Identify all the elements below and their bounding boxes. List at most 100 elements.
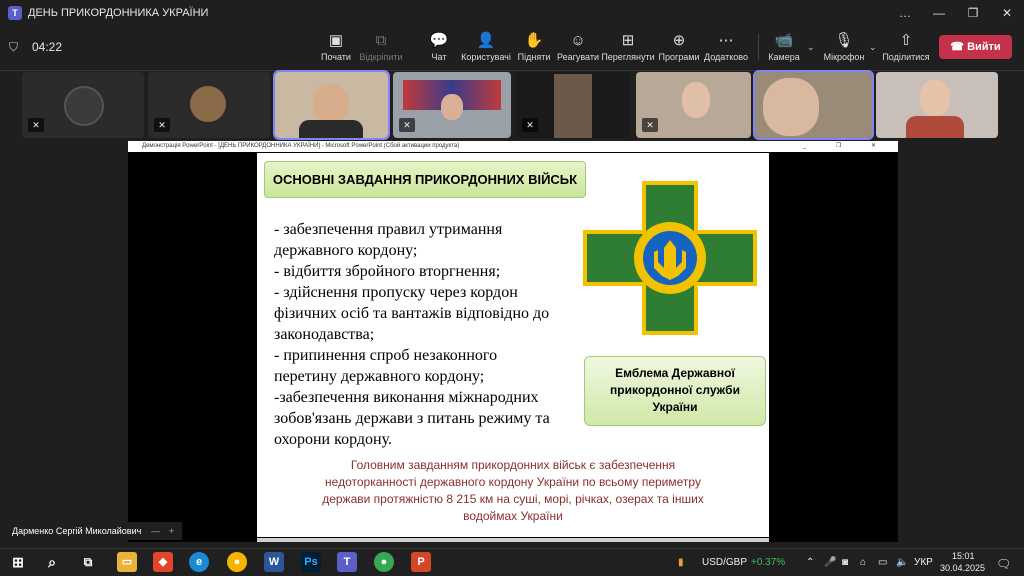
task-line: - здійснення пропуску через кордон [274,284,518,301]
camera-icon: 📹 [774,32,794,49]
participant-video [682,82,710,118]
add-icon[interactable]: + [169,522,174,540]
participant-tile[interactable]: ✕ [636,72,751,138]
mic-off-icon: ✕ [154,118,170,132]
word-icon[interactable]: W [264,552,284,572]
avatar [190,86,226,122]
chrome-icon[interactable]: ● [227,552,247,572]
stocks-icon[interactable]: ▮ [678,557,684,568]
emblem-caption: Емблема Державної прикордонної служби Ук… [584,356,766,426]
mic-off-icon: 🎙 [834,32,854,49]
participant-video [920,80,950,116]
mic-off-icon: ✕ [399,118,415,132]
notification-icon[interactable]: 🗨 [996,557,1011,571]
task-line: зобов'язань держави з питань режиму та [274,410,550,427]
minimize-icon[interactable]: — [151,522,160,540]
participant-video [441,94,463,120]
participant-video [906,116,964,138]
phone-icon: ☎ [950,41,968,53]
search-icon[interactable]: ⌕ [42,552,62,572]
summary-line: Головним завданням прикордонних військ є… [350,458,676,472]
mic-off-icon: ✕ [28,118,44,132]
task-line: перетину державного кордону; [274,368,485,385]
border-guard-emblem [583,181,757,335]
participant-video [313,84,349,124]
more-button[interactable]: ⋯ Додатково [697,32,755,62]
share-icon: ⇧ [899,32,913,49]
language-indicator[interactable]: УКР [914,557,933,568]
close-button[interactable]: ✕ [990,0,1024,26]
participant-tile[interactable] [876,72,998,138]
ticker-change: +0.37% [751,557,786,568]
participant-tile[interactable]: ✕ [22,72,144,138]
task-line: - припинення спроб незаконного [274,347,498,364]
clock-time[interactable]: 15:01 [952,551,975,561]
presenter-name: Дарменко Сергій Миколайович — + [6,522,182,540]
minimize-button[interactable]: — [922,0,956,26]
edge-icon[interactable]: e [189,552,209,572]
participant-tile[interactable] [273,70,390,140]
powerpoint-icon[interactable]: P [411,552,431,572]
unpin-button[interactable]: ⧉ Відкріпити [352,32,410,62]
shield-icon: ⛉ [9,40,19,54]
slide: ОСНОВНІ ЗАВДАННЯ ПРИКОРДОННИХ ВІЙСЬК - з… [257,153,769,537]
chevron-up-icon[interactable]: ⌃ [806,557,814,568]
ellipsis-icon: ⋯ [718,32,734,49]
participant-tile[interactable] [753,70,874,140]
photoshop-icon[interactable]: Ps [301,552,321,572]
grid-icon: ⊞ [621,32,635,49]
participant-tile[interactable]: ✕ [516,72,630,138]
participant-tile[interactable]: ✕ [393,72,511,138]
volume-icon[interactable]: 🔈 [896,557,908,568]
more-options-icon[interactable]: … [888,0,922,26]
shared-screen: Демонстрація PowerPoint - [ДЕНЬ ПРИКОРДО… [128,141,898,542]
participant-strip: ✕ ✕ ✕ ✕ ✕ [0,70,1024,140]
mic-off-icon: ✕ [522,118,538,132]
camera-button[interactable]: 📹 Камера [755,32,813,62]
summary-line: водоймах України [463,509,563,523]
task-line: охорони кордону. [274,431,392,448]
window-controls: … — ❐ ✕ [888,0,1024,26]
slide-title: ОСНОВНІ ЗАВДАННЯ ПРИКОРДОННИХ ВІЙСЬК [264,161,586,198]
network-icon[interactable]: ⌂ [860,557,866,568]
powerpoint-statusbar [257,538,769,542]
file-explorer-icon[interactable]: ▭ [117,552,137,572]
teams-icon[interactable]: T [337,552,357,572]
task-line: фізичних осіб та вантажів відповідно до [274,305,550,322]
camera-icon[interactable]: ◙ [842,557,848,568]
task-view-icon[interactable]: ⧉ [78,552,98,572]
microphone-button[interactable]: 🎙 Мікрофон [815,32,873,62]
task-line: - забезпечення правил утримання [274,221,503,238]
avatar [64,86,104,126]
participant-video [763,78,819,136]
clock-date[interactable]: 30.04.2025 [940,563,985,573]
powerpoint-titlebar: Демонстрація PowerPoint - [ДЕНЬ ПРИКОРДО… [128,141,898,152]
microphone-icon[interactable]: 🎤 [824,557,836,568]
leave-button[interactable]: ☎ Вийти [939,35,1012,59]
chevron-down-icon[interactable]: ⌄ [807,42,815,53]
task-line: - відбиття збройного вторгнення; [274,263,501,280]
chrome-icon[interactable]: ● [374,552,394,572]
window-titlebar: T ДЕНЬ ПРИКОРДОННИКА УКРАЇНИ … — ❐ ✕ [0,0,1024,26]
task-line: державного кордону; [274,242,418,259]
windows-start-icon[interactable]: ⊞ [8,552,28,572]
ticker-pair[interactable]: USD/GBP [702,557,747,568]
share-button[interactable]: ⇧ Поділитися [877,32,935,62]
battery-icon[interactable]: ▭ [878,557,887,568]
view-button[interactable]: ⊞ Переглянути [599,32,657,62]
maximize-button[interactable]: ❐ [956,0,990,26]
brave-icon[interactable]: ◆ [153,552,173,572]
participant-tile[interactable]: ✕ [148,72,270,138]
powerpoint-window-controls[interactable]: _ ❐ ✕ [803,141,890,152]
summary-line: недоторканності державного кордону Украї… [325,475,701,489]
summary-line: держави протяжністю 8 215 км на суші, мо… [322,492,704,506]
unpin-icon: ⧉ [375,32,387,49]
meeting-timer: 04:22 [32,40,63,54]
task-line: законодавства; [274,326,375,343]
chevron-down-icon[interactable]: ⌄ [869,42,877,53]
participant-video [554,74,592,138]
window-title: ДЕНЬ ПРИКОРДОННИКА УКРАЇНИ [28,7,209,19]
mic-off-icon: ✕ [642,118,658,132]
participant-video [299,120,363,138]
task-line: -забезпечення виконання міжнародних [274,389,539,406]
